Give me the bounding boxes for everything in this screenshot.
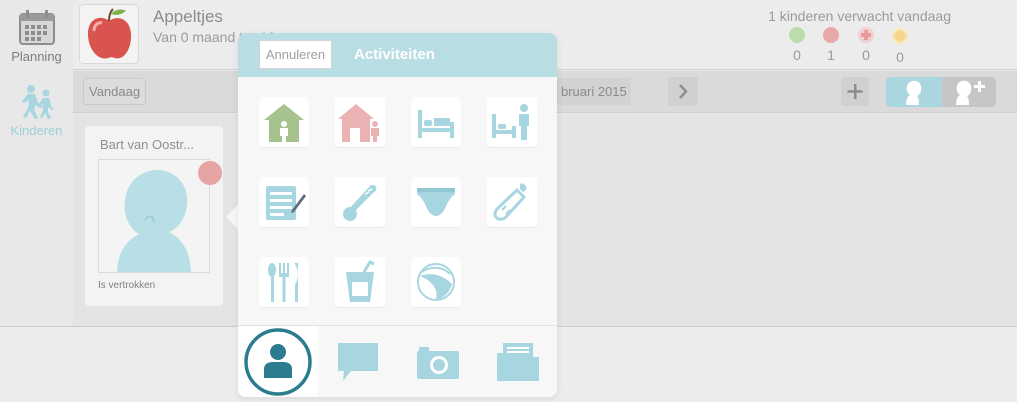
drink-icon [346, 260, 375, 302]
activity-departure-button[interactable] [335, 97, 385, 147]
departure-house-icon [338, 104, 379, 142]
today-button[interactable]: Vandaag [83, 78, 147, 105]
add-child-button[interactable] [841, 77, 869, 106]
popover-tab-bar [238, 325, 557, 397]
status-absent: 1 [821, 27, 841, 63]
status-count: 0 [896, 49, 904, 65]
sleep-bed-icon [418, 110, 454, 138]
status-count: 1 [827, 47, 835, 63]
sun-icon [892, 28, 908, 44]
diaper-icon [417, 188, 455, 216]
status-summary: 0 1 0 0 [787, 27, 927, 65]
green-dot-icon [789, 27, 805, 43]
sidebar-item-label: Kinderen [10, 123, 63, 138]
thermometer-icon [343, 184, 377, 221]
calendar-icon [18, 10, 55, 45]
status-count: 0 [862, 47, 870, 63]
arrival-house-icon [264, 104, 304, 142]
popover-title: Activiteiten [354, 46, 435, 63]
sidebar-item-planning[interactable]: Planning [0, 10, 73, 64]
organisation-avatar [79, 4, 139, 64]
sidebar-item-kinderen[interactable]: Kinderen [0, 84, 73, 138]
baby-bottle-icon [493, 183, 527, 221]
expected-children-label: 1 kinderen verwacht vandaag [768, 8, 951, 24]
tab-documents[interactable] [478, 326, 557, 397]
chevron-right-icon [679, 84, 688, 99]
activity-temperature-button[interactable] [335, 177, 385, 227]
add-person-icon [956, 80, 985, 105]
children-running-icon [21, 85, 54, 119]
activities-popover: Annuleren Activiteiten [238, 33, 557, 397]
child-card[interactable]: Bart van Oostr... Is vertrokken [85, 126, 223, 306]
activity-drinking-button[interactable] [335, 257, 385, 307]
camera-icon [417, 347, 459, 379]
activity-diaper-button[interactable] [411, 177, 461, 227]
red-dot-icon [823, 27, 839, 43]
add-child-profile-button[interactable] [942, 77, 996, 107]
activity-bottle-button[interactable] [487, 177, 537, 227]
plus-icon [847, 84, 863, 99]
medical-cross-icon [858, 27, 874, 43]
wake-up-icon [492, 104, 529, 140]
activity-eating-button[interactable] [259, 257, 309, 307]
next-day-button[interactable] [668, 77, 698, 106]
sidebar-item-label: Planning [11, 49, 62, 64]
popover-pointer [226, 205, 238, 229]
cancel-button[interactable]: Annuleren [259, 40, 332, 69]
child-status: Is vertrokken [98, 280, 156, 291]
activity-grid [238, 77, 557, 325]
tab-photos[interactable] [398, 326, 478, 397]
folder-icon [497, 343, 539, 381]
child-name: Bart van Oostr... [100, 137, 194, 152]
tab-profile[interactable] [238, 326, 318, 397]
activity-notes-button[interactable] [259, 177, 309, 227]
cutlery-icon [268, 263, 298, 302]
status-vacation: 0 [890, 27, 910, 65]
activity-play-button[interactable] [411, 257, 461, 307]
status-count: 0 [793, 47, 801, 63]
absent-status-badge [198, 161, 222, 185]
notes-icon [266, 186, 306, 220]
popover-header: Annuleren Activiteiten [238, 33, 557, 77]
view-children-button[interactable] [886, 77, 942, 107]
activity-wake-up-button[interactable] [487, 97, 537, 147]
speech-bubble-icon [338, 343, 378, 381]
activity-sleep-button[interactable] [411, 97, 461, 147]
activity-arrival-button[interactable] [259, 97, 309, 147]
child-photo [98, 159, 210, 273]
status-sick: 0 [856, 27, 876, 63]
child-head-icon [906, 80, 922, 105]
apple-icon [88, 8, 132, 59]
organisation-name: Appeltjes [153, 7, 223, 26]
child-profile-icon [244, 328, 312, 396]
status-present: 0 [787, 27, 807, 63]
tab-messages[interactable] [318, 326, 398, 397]
child-silhouette-icon [117, 170, 191, 272]
current-date-label: bruari 2015 [555, 78, 631, 105]
beach-ball-icon [417, 263, 455, 301]
